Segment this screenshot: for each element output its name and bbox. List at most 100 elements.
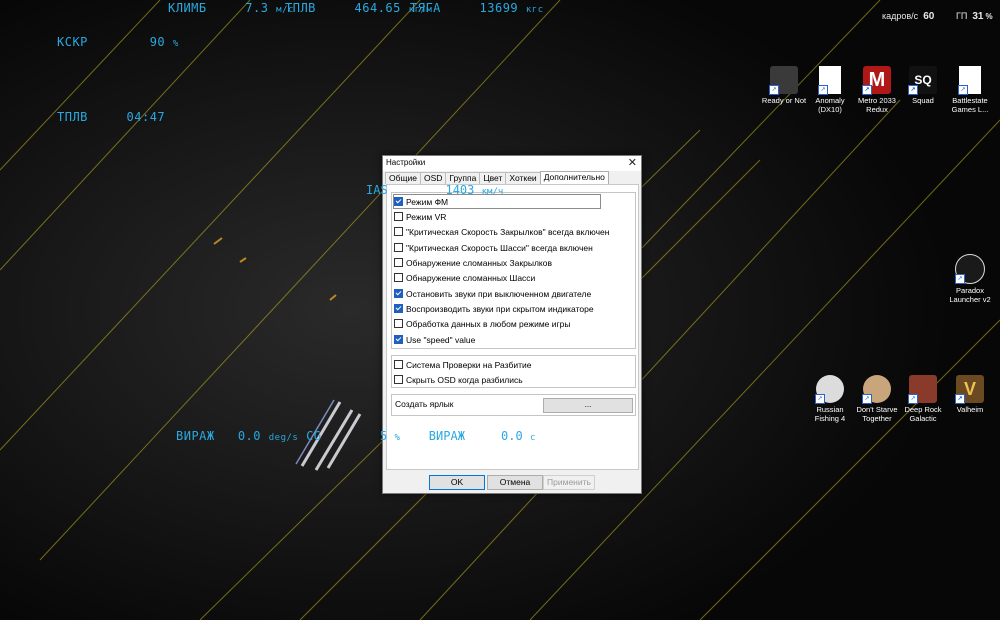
squad-icon: SQ ↗ bbox=[908, 66, 937, 95]
osd-fuel-label: ТПЛВ bbox=[285, 1, 316, 15]
desktop-icon-deep-rock[interactable]: ↗ Deep Rock Galactic bbox=[899, 375, 947, 423]
option-label: Обнаружение сломанных Шасси bbox=[406, 272, 536, 283]
option-label: Воспроизводить звуки при скрытом индикат… bbox=[406, 303, 594, 314]
osd-ias-unit: км/ч bbox=[481, 187, 504, 197]
file-icon: ↗ bbox=[818, 66, 841, 95]
osd-kskr-value: 90 bbox=[149, 35, 166, 49]
checkbox[interactable] bbox=[394, 227, 403, 236]
desktop-icon-label: Deep Rock Galactic bbox=[904, 405, 942, 423]
desktop-icon-label: Metro 2033 Redux bbox=[858, 96, 896, 114]
osd-tplv: ТПЛВ 04:47 bbox=[57, 110, 165, 124]
option-hide-osd-crash[interactable]: Скрыть OSD когда разбились bbox=[394, 373, 523, 386]
osd-kskr-label: КСКР bbox=[57, 35, 88, 49]
checkbox[interactable] bbox=[394, 197, 403, 206]
shortcut-group: Создать ярлык ... bbox=[391, 394, 636, 416]
ready-or-not-icon: ↗ bbox=[769, 66, 798, 95]
osd-thrust-unit: кгс bbox=[525, 5, 544, 15]
checkbox[interactable] bbox=[394, 212, 403, 221]
option-broken-flaps[interactable]: Обнаружение сломанных Закрылков bbox=[394, 256, 552, 269]
osd-climb-label: КЛИМБ bbox=[168, 1, 207, 15]
checkbox[interactable] bbox=[394, 319, 403, 328]
checkbox[interactable] bbox=[394, 335, 403, 344]
tab-hotkeys[interactable]: Хоткеи bbox=[505, 172, 541, 184]
osd-turn2-label: ВИРАЖ bbox=[428, 429, 465, 443]
desktop-icon-russian-fishing[interactable]: ↗ Russian Fishing 4 bbox=[806, 375, 854, 423]
checkbox[interactable] bbox=[394, 243, 403, 252]
desktop-icon-metro[interactable]: M ↗ Metro 2033 Redux bbox=[853, 66, 901, 114]
option-label: Режим ФМ bbox=[406, 196, 449, 207]
checkbox[interactable] bbox=[394, 375, 403, 384]
fps-value: 60 bbox=[923, 11, 935, 22]
option-crash-check[interactable]: Система Проверки на Разбитие bbox=[394, 358, 531, 371]
gpu-label: ГП bbox=[956, 11, 968, 21]
cancel-button[interactable]: Отмена bbox=[487, 475, 543, 490]
option-label: Обработка данных в любом режиме игры bbox=[406, 318, 571, 329]
osd-thrust-value: 13699 bbox=[479, 1, 519, 15]
osd-turn: ВИРАЖ 0.0 deg/s CG bbox=[176, 429, 322, 443]
fishing-icon: ↗ bbox=[815, 375, 844, 404]
osd-thrust-label: ТЯГА bbox=[410, 1, 441, 15]
osd-climb: КЛИМБ 7.3 м/с bbox=[168, 1, 294, 15]
osd-kskr: КСКР 90 % bbox=[57, 35, 179, 49]
fps-label: кадров/с bbox=[882, 11, 919, 21]
osd-kskr-unit: % bbox=[172, 39, 179, 49]
checkbox[interactable] bbox=[394, 289, 403, 298]
paradox-icon: ↗ bbox=[955, 254, 985, 284]
desktop-icon-ready-or-not[interactable]: ↗ Ready or Not bbox=[760, 66, 808, 105]
gpu-value: 31 bbox=[972, 11, 984, 22]
option-label: "Критическая Скорость Закрылков" всегда … bbox=[406, 226, 610, 237]
osd-cg-unit: % bbox=[394, 433, 400, 443]
desktop-icon-label: Don't Starve Together bbox=[856, 405, 898, 423]
osd-cg-value: 5 bbox=[380, 429, 388, 443]
osd-cg-label: CG bbox=[306, 429, 322, 443]
osd-turn-value: 0.0 bbox=[237, 429, 261, 443]
osd-climb-value: 7.3 bbox=[245, 1, 269, 15]
osd-cg: 5 % ВИРАЖ 0.0 с bbox=[380, 429, 535, 443]
checkbox[interactable] bbox=[394, 258, 403, 267]
file-icon: ↗ bbox=[958, 66, 981, 95]
checkbox[interactable] bbox=[394, 273, 403, 282]
desktop-icon-battlestate[interactable]: ↗ Battlestate Games L... bbox=[946, 66, 994, 114]
option-label: Остановить звуки при выключенном двигате… bbox=[406, 288, 592, 299]
osd-tplv-value: 04:47 bbox=[126, 110, 166, 124]
option-vr-mode[interactable]: Режим VR bbox=[394, 210, 446, 223]
desktop-icon-anomaly[interactable]: ↗ Anomaly (DX10) bbox=[806, 66, 854, 114]
checkbox[interactable] bbox=[394, 304, 403, 313]
settings-dialog: Настройки ✕ Общие OSD Группа Цвет Хоткеи… bbox=[382, 155, 642, 494]
valheim-icon: V ↗ bbox=[955, 375, 984, 404]
apply-button[interactable]: Применить bbox=[543, 475, 595, 490]
desktop-icon-label: Valheim bbox=[956, 405, 984, 414]
desktop-icon-valheim[interactable]: V ↗ Valheim bbox=[946, 375, 994, 414]
desktop-icon-squad[interactable]: SQ ↗ Squad bbox=[899, 66, 947, 105]
option-gear-crit-speed[interactable]: "Критическая Скорость Шасси" всегда вклю… bbox=[394, 241, 593, 254]
browse-button[interactable]: ... bbox=[543, 398, 633, 413]
gpu-counter: ГП 31% bbox=[956, 11, 993, 22]
option-flaps-crit-speed[interactable]: "Критическая Скорость Закрылков" всегда … bbox=[394, 225, 609, 238]
option-process-any-mode[interactable]: Обработка данных в любом режиме игры bbox=[394, 317, 570, 330]
checkbox[interactable] bbox=[394, 360, 403, 369]
osd-ias-label: IAS bbox=[366, 183, 388, 197]
gpu-unit: % bbox=[985, 12, 993, 21]
osd-ias: IAS 1403 км/ч bbox=[366, 183, 503, 197]
tab-advanced[interactable]: Дополнительно bbox=[539, 171, 609, 185]
metro-icon: M ↗ bbox=[862, 66, 891, 95]
desktop-icon-label: Paradox Launcher v2 bbox=[949, 286, 991, 304]
tab-panel-advanced: Режим ФМ Режим VR "Критическая Скорость … bbox=[386, 184, 639, 470]
desktop-icon-dont-starve[interactable]: ↗ Don't Starve Together bbox=[853, 375, 901, 423]
osd-fuel-value: 464.65 bbox=[354, 1, 401, 15]
ok-button[interactable]: OK bbox=[429, 475, 485, 490]
option-play-sounds-hidden[interactable]: Воспроизводить звуки при скрытом индикат… bbox=[394, 302, 594, 315]
option-use-speed[interactable]: Use "speed" value bbox=[394, 333, 475, 346]
desktop-icon-label: Squad bbox=[912, 96, 934, 105]
deep-rock-icon: ↗ bbox=[908, 375, 937, 404]
option-broken-gear[interactable]: Обнаружение сломанных Шасси bbox=[394, 271, 535, 284]
osd-thrust: ТЯГА 13699 кгс bbox=[410, 1, 544, 15]
option-stop-sounds[interactable]: Остановить звуки при выключенном двигате… bbox=[394, 287, 591, 300]
close-icon[interactable]: ✕ bbox=[628, 156, 637, 169]
osd-turn-unit: deg/s bbox=[268, 433, 299, 443]
fps-counter: кадров/с 60 bbox=[882, 11, 934, 22]
desktop-icon-paradox[interactable]: ↗ Paradox Launcher v2 bbox=[946, 254, 994, 304]
option-label: "Критическая Скорость Шасси" всегда вклю… bbox=[406, 242, 593, 253]
option-label: Use "speed" value bbox=[406, 334, 476, 345]
dialog-titlebar[interactable]: Настройки ✕ bbox=[383, 156, 641, 171]
